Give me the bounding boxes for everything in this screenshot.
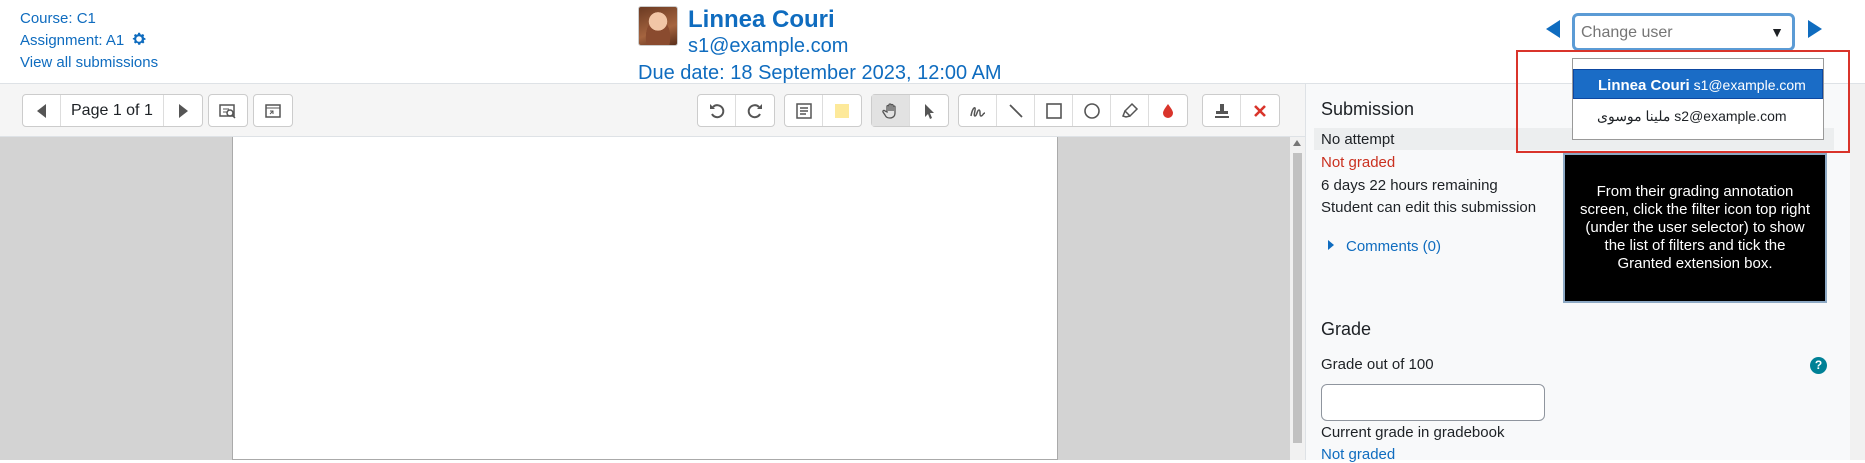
scroll-up-arrow-icon[interactable] [1293,140,1301,146]
next-page-icon [178,103,188,118]
change-user-combobox[interactable]: ▼ [1572,13,1795,51]
user-email: s1@example.com [688,35,849,57]
rotate-left-button[interactable] [698,95,736,126]
comment-tools [784,94,862,127]
gear-icon[interactable] [131,31,147,47]
caret-right-icon [1328,240,1334,250]
search-comments-group [208,94,248,127]
hand-icon [881,102,896,119]
edit-status: Student can edit this submission [1321,199,1537,216]
yellow-swatch-icon [835,103,849,118]
due-date: Due date: 18 September 2023, 12:00 AM [638,62,1002,84]
select-tool-button[interactable] [910,95,948,126]
stamp-tool-button[interactable] [1203,95,1241,126]
course-info: Course: C1 Assignment: A1 View all submi… [20,8,158,74]
course-link[interactable]: Course: C1 [20,8,158,30]
previous-user-arrow-icon[interactable] [1546,20,1560,38]
attempt-status: No attempt [1321,131,1395,148]
user-option-linnea[interactable]: Linnea Couri s1@example.com [1573,69,1823,99]
page-indicator[interactable]: Page 1 of 1 [61,95,164,126]
rectangle-tool-button[interactable] [1035,95,1073,126]
current-grade-value[interactable]: Not graded [1321,446,1395,463]
previous-page-button[interactable] [23,95,61,126]
document-page[interactable] [232,137,1058,460]
red-drop-icon [1163,103,1173,118]
option-name: Linnea Couri [1598,77,1690,94]
panel-scrollbar[interactable] [1850,84,1865,460]
pan-tool-button[interactable] [872,95,910,126]
highlight-tool-button[interactable] [1111,95,1149,126]
pan-select-tools [871,94,949,127]
highlighter-icon [1121,102,1138,118]
expand-icon [265,103,281,118]
line-tool-button[interactable] [997,95,1035,126]
previous-page-icon [36,103,46,118]
page-navigation: Page 1 of 1 [22,94,203,127]
grade-out-of-label: Grade out of 100 [1321,356,1434,373]
document-scrollbar[interactable] [1290,137,1305,460]
assignment-row: Assignment: A1 [20,30,158,52]
current-grade-label: Current grade in gradebook [1321,424,1505,441]
stamp-delete-tools [1202,94,1280,127]
rotate-right-icon [747,103,762,118]
oval-tool-button[interactable] [1073,95,1111,126]
dropdown-caret-icon[interactable]: ▼ [1770,24,1784,40]
grade-input[interactable] [1321,384,1545,421]
circle-icon [1083,102,1100,119]
instruction-tooltip: From their grading annotation screen, cl… [1563,153,1827,303]
document-scroll-thumb[interactable] [1293,153,1302,443]
pen-scribble-icon [969,106,985,117]
option-name: ملينا موسوى [1597,108,1671,124]
comment-list-icon [795,102,812,119]
change-user-input[interactable] [1581,24,1761,42]
cursor-arrow-icon [925,103,934,119]
annotation-toolbar: Page 1 of 1 [0,84,1305,137]
avatar [638,6,678,46]
rectangle-icon [1045,102,1062,119]
view-all-submissions-link[interactable]: View all submissions [20,52,158,74]
line-icon [1008,103,1023,118]
rotate-group [697,94,775,127]
comments-link[interactable]: Comments (0) [1346,238,1441,255]
submission-heading: Submission [1321,99,1415,119]
drawing-tools [958,94,1188,127]
search-comments-icon [219,103,236,119]
user-dropdown-list: Linnea Couri s1@example.com ملينا موسوى … [1572,58,1824,140]
comment-list-button[interactable] [785,95,823,126]
comments-toggle[interactable]: Comments (0) [1328,238,1441,255]
option-email: s2@example.com [1674,108,1787,124]
help-icon[interactable]: ? [1810,357,1827,374]
comment-color-button[interactable] [823,95,861,126]
grade-heading: Grade [1321,319,1372,339]
user-name[interactable]: Linnea Couri [688,6,835,34]
delete-annotation-button[interactable] [1241,95,1279,126]
rotate-right-button[interactable] [736,95,774,126]
time-remaining: 6 days 22 hours remaining [1321,177,1498,194]
document-viewer[interactable] [0,137,1290,460]
pen-tool-button[interactable] [959,95,997,126]
next-user-arrow-icon[interactable] [1808,20,1822,38]
next-page-button[interactable] [164,95,202,126]
annotation-color-button[interactable] [1149,95,1187,126]
assignment-link[interactable]: Assignment: A1 [20,32,124,49]
user-option-second[interactable]: ملينا موسوى s2@example.com [1573,101,1823,131]
expand-button[interactable] [254,95,292,126]
grading-status: Not graded [1321,154,1396,171]
rotate-left-icon [709,103,724,118]
search-comments-button[interactable] [209,95,247,126]
option-email: s1@example.com [1693,77,1806,93]
expand-group [253,94,293,127]
stamp-icon [1214,103,1229,118]
red-x-icon [1254,104,1266,117]
